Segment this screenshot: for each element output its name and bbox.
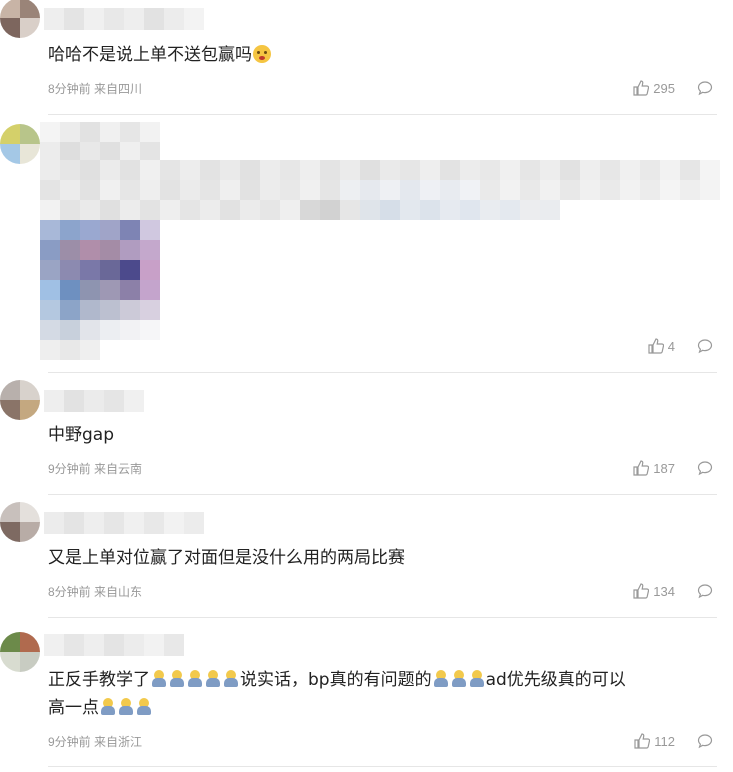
comment-location: 来自山东 bbox=[94, 585, 143, 599]
comment-time: 8分钟前 bbox=[48, 585, 91, 599]
comment-text: 又是上单对位赢了对面但是没什么用的两局比赛 bbox=[48, 548, 405, 568]
comment-meta: 9分钟前 来自浙江 bbox=[48, 733, 142, 750]
divider bbox=[48, 617, 717, 618]
comment-actions: 134 bbox=[633, 583, 713, 599]
divider bbox=[48, 494, 717, 495]
thumbs-up-icon[interactable] bbox=[648, 338, 664, 354]
comment-text: 中野gap bbox=[48, 425, 114, 445]
like-count: 295 bbox=[653, 80, 675, 96]
comment-actions: 4 bbox=[648, 338, 713, 354]
thinking-person-emoji bbox=[169, 670, 185, 688]
comment-actions: 295 bbox=[633, 80, 713, 96]
like-count: 112 bbox=[654, 733, 675, 749]
comment-actions: 112 bbox=[634, 733, 713, 749]
comment-bubble-icon[interactable] bbox=[697, 338, 713, 354]
like-count: 187 bbox=[653, 460, 675, 476]
thinking-person-emoji bbox=[223, 670, 239, 688]
thinking-person-emoji bbox=[118, 698, 134, 716]
thinking-person-emoji bbox=[151, 670, 167, 688]
avatar[interactable] bbox=[0, 0, 40, 38]
comment-meta: 8分钟前 来自山东 bbox=[48, 583, 142, 600]
comment-location: 来自云南 bbox=[94, 462, 143, 476]
thinking-person-emoji bbox=[451, 670, 467, 688]
comment-location: 来自浙江 bbox=[94, 735, 143, 749]
thumbs-up-icon[interactable] bbox=[633, 80, 650, 96]
comment-time: 9分钟前 bbox=[48, 735, 91, 749]
comment-location: 来自四川 bbox=[94, 82, 143, 96]
comment-time: 9分钟前 bbox=[48, 462, 91, 476]
comment-text: 哈哈不是说上单不送包赢吗 bbox=[48, 41, 713, 69]
avatar[interactable] bbox=[0, 380, 40, 420]
avatar[interactable] bbox=[0, 632, 40, 672]
comment-bubble-icon[interactable] bbox=[697, 583, 713, 599]
thumbs-up-icon[interactable] bbox=[633, 460, 650, 476]
divider bbox=[48, 766, 717, 767]
like-count: 4 bbox=[667, 338, 675, 354]
comment-meta: 8分钟前 来自四川 bbox=[48, 80, 142, 97]
thinking-person-emoji bbox=[187, 670, 203, 688]
comment-actions: 187 bbox=[633, 460, 713, 476]
thinking-person-emoji bbox=[433, 670, 449, 688]
thumbs-up-icon[interactable] bbox=[633, 583, 650, 599]
thinking-person-emoji bbox=[469, 670, 485, 688]
comment-bubble-icon[interactable] bbox=[697, 733, 713, 749]
comment-time: 8分钟前 bbox=[48, 82, 91, 96]
avatar[interactable] bbox=[0, 502, 40, 542]
thinking-person-emoji bbox=[100, 698, 116, 716]
face-emoji bbox=[253, 45, 271, 63]
thinking-person-emoji bbox=[136, 698, 152, 716]
comment-meta: 9分钟前 来自云南 bbox=[48, 460, 142, 477]
comment-bubble-icon[interactable] bbox=[697, 460, 713, 476]
comment-text: 正反手教学了 说实话，bp真的有问题的 ad优先级真的可以 高一点 bbox=[48, 670, 626, 718]
divider bbox=[48, 372, 717, 373]
comment-bubble-icon[interactable] bbox=[697, 80, 713, 96]
divider bbox=[48, 114, 717, 115]
thumbs-up-icon[interactable] bbox=[634, 733, 651, 749]
avatar[interactable] bbox=[0, 124, 40, 164]
thinking-person-emoji bbox=[205, 670, 221, 688]
like-count: 134 bbox=[653, 583, 675, 599]
